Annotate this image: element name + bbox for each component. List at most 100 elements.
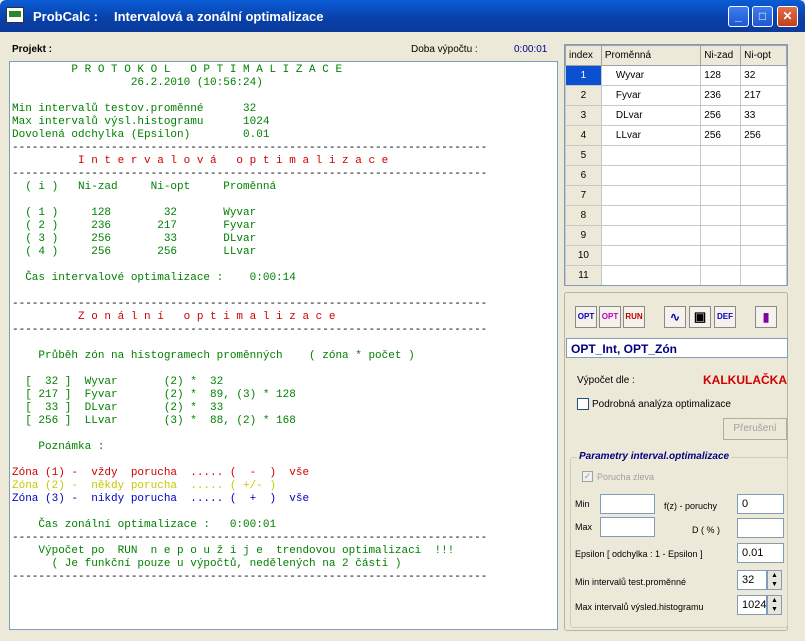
grid-cell-variable[interactable] <box>600 185 702 206</box>
grid-cell-variable[interactable] <box>600 265 702 285</box>
protocol-line: ( 4 ) 256 256 LLvar <box>12 246 257 258</box>
grid-row[interactable]: 8 <box>565 205 787 226</box>
grid-cell-nizad[interactable] <box>700 245 742 266</box>
grid-header-niopt[interactable]: Ni-opt <box>740 45 787 66</box>
protocol-line: Čas intervalové optimalizace : 0:00:14 <box>12 272 296 284</box>
chart-icon[interactable]: ∿ <box>664 306 686 328</box>
max-intervals-input[interactable]: 1024 <box>737 595 767 615</box>
min-intervals-spinner[interactable]: ▲ ▼ <box>767 570 782 590</box>
grid-cell-nizad[interactable] <box>700 265 742 285</box>
protocol-line: I n t e r v a l o v á o p t i m a l i z … <box>12 155 389 167</box>
grid-cell-variable[interactable] <box>600 165 702 186</box>
grid-row[interactable]: 7 <box>565 185 787 206</box>
porucha-label: Porucha zleva <box>597 472 655 482</box>
save-icon[interactable]: ▣ <box>689 306 711 328</box>
protocol-line: Dovolená odchylka (Epsilon) 0.01 <box>12 129 270 141</box>
protocol-line: Zóna (3) - nikdy porucha ..... ( + ) vše <box>12 493 310 505</box>
grid-cell-niopt[interactable] <box>740 265 787 285</box>
grid-row[interactable]: 9 <box>565 225 787 246</box>
grid-row[interactable]: 5 <box>565 145 787 166</box>
grid-cell-variable[interactable]: DLvar <box>600 105 702 126</box>
exit-icon[interactable]: ▮ <box>755 306 777 328</box>
grid-cell-niopt[interactable] <box>740 245 787 266</box>
grid-cell-niopt[interactable]: 33 <box>740 105 787 126</box>
grid-cell-variable[interactable] <box>600 205 702 226</box>
grid-row[interactable]: 1 Wyvar 128 32 <box>565 65 787 86</box>
grid-cell-index[interactable]: 7 <box>565 185 602 206</box>
grid-row[interactable]: 4 LLvar 256 256 <box>565 125 787 146</box>
projekt-label: Projekt : <box>12 44 53 55</box>
grid-cell-niopt[interactable]: 217 <box>740 85 787 106</box>
podrobna-checkbox[interactable] <box>577 398 589 410</box>
doba-label: Doba výpočtu : <box>411 44 478 55</box>
grid-cell-nizad[interactable] <box>700 185 742 206</box>
grid-cell-niopt[interactable] <box>740 145 787 166</box>
grid-header-nizad[interactable]: Ni-zad <box>700 45 742 66</box>
max-input[interactable] <box>600 517 655 537</box>
grid-cell-niopt[interactable] <box>740 165 787 186</box>
grid-cell-index[interactable]: 10 <box>565 245 602 266</box>
protocol-line: ----------------------------------------… <box>12 142 488 154</box>
maximize-button[interactable]: □ <box>752 6 773 27</box>
close-button[interactable]: ✕ <box>777 6 798 27</box>
grid-cell-index[interactable]: 1 <box>565 65 602 86</box>
max-intervals-spinner[interactable]: ▲ ▼ <box>767 595 782 615</box>
grid-cell-niopt[interactable]: 32 <box>740 65 787 86</box>
protocol-line: 26.2.2010 (10:56:24) <box>12 77 263 89</box>
fz-input[interactable]: 0 <box>737 494 784 514</box>
min-intervals-input[interactable]: 32 <box>737 570 767 590</box>
grid-row[interactable]: 3 DLvar 256 33 <box>565 105 787 126</box>
mode-display: OPT_Int, OPT_Zón <box>566 338 788 358</box>
grid-cell-nizad[interactable]: 256 <box>700 125 742 146</box>
grid-cell-index[interactable]: 6 <box>565 165 602 186</box>
grid-cell-nizad[interactable] <box>700 165 742 186</box>
grid-cell-nizad[interactable] <box>700 225 742 246</box>
porucha-checkbox[interactable]: ✓ <box>582 471 593 482</box>
variables-grid[interactable]: index Proměnná Ni-zad Ni-opt 1 Wyvar 128 32… <box>564 44 788 286</box>
grid-cell-index[interactable]: 8 <box>565 205 602 226</box>
grid-cell-index[interactable]: 5 <box>565 145 602 166</box>
grid-cell-index[interactable]: 9 <box>565 225 602 246</box>
def-button[interactable]: DEF <box>714 306 736 328</box>
grid-cell-index[interactable]: 2 <box>565 85 602 106</box>
app-title: ProbCalc : <box>33 9 99 24</box>
protocol-line: Výpočet po RUN n e p o u ž i j e trendov… <box>12 545 455 557</box>
run-button[interactable]: RUN <box>623 306 645 328</box>
grid-cell-niopt[interactable] <box>740 205 787 226</box>
grid-cell-index[interactable]: 4 <box>565 125 602 146</box>
grid-row[interactable]: 10 <box>565 245 787 266</box>
grid-cell-niopt[interactable] <box>740 185 787 206</box>
grid-cell-nizad[interactable] <box>700 205 742 226</box>
protocol-line: ( i ) Ni-zad Ni-opt Proměnná <box>12 181 277 193</box>
vypocet-label: Výpočet dle : <box>577 375 635 386</box>
grid-cell-niopt[interactable] <box>740 225 787 246</box>
grid-cell-variable[interactable]: Wyvar <box>600 65 702 86</box>
epsilon-input[interactable]: 0.01 <box>737 543 784 563</box>
protocol-line: ----------------------------------------… <box>12 571 488 583</box>
minimize-button[interactable]: _ <box>728 6 749 27</box>
grid-cell-nizad[interactable]: 236 <box>700 85 742 106</box>
grid-row[interactable]: 6 <box>565 165 787 186</box>
grid-cell-variable[interactable]: LLvar <box>600 125 702 146</box>
grid-cell-variable[interactable]: Fyvar <box>600 85 702 106</box>
protocol-textbox[interactable]: P R O T O K O L O P T I M A L I Z A C E … <box>9 61 558 630</box>
preruseni-button[interactable]: Přerušení <box>723 418 787 440</box>
grid-cell-nizad[interactable] <box>700 145 742 166</box>
grid-cell-nizad[interactable]: 256 <box>700 105 742 126</box>
grid-cell-index[interactable]: 3 <box>565 105 602 126</box>
grid-cell-index[interactable]: 11 <box>565 265 602 285</box>
grid-cell-niopt[interactable]: 256 <box>740 125 787 146</box>
grid-cell-nizad[interactable]: 128 <box>700 65 742 86</box>
grid-cell-variable[interactable] <box>600 225 702 246</box>
d-input[interactable] <box>737 518 784 538</box>
grid-row[interactable]: 2 Fyvar 236 217 <box>565 85 787 106</box>
min-input[interactable] <box>600 494 655 514</box>
grid-cell-variable[interactable] <box>600 245 702 266</box>
opt-zon-button[interactable]: OPT <box>599 306 621 328</box>
grid-row[interactable]: 11 <box>565 265 787 285</box>
grid-cell-variable[interactable] <box>600 145 702 166</box>
grid-header-index[interactable]: index <box>565 45 602 66</box>
opt-int-button[interactable]: OPT <box>575 306 597 328</box>
doba-value: 0:00:01 <box>514 44 548 55</box>
grid-header-variable[interactable]: Proměnná <box>600 45 702 66</box>
